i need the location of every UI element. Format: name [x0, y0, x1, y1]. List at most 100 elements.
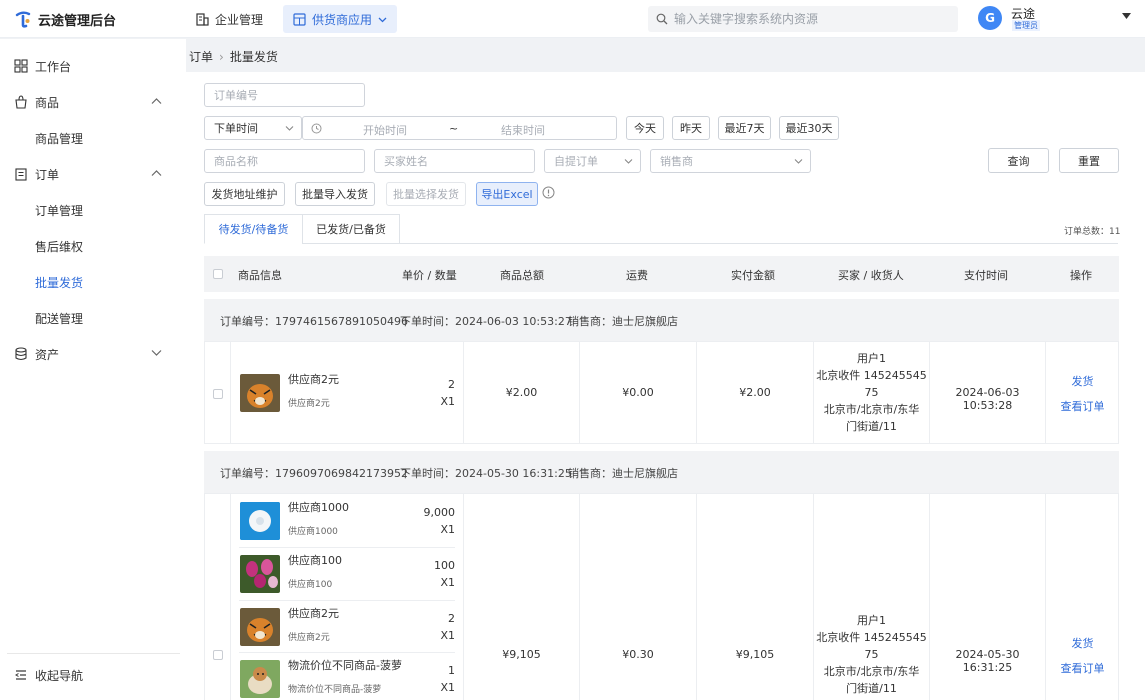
search-input[interactable]	[674, 12, 944, 26]
query-button[interactable]: 查询	[988, 148, 1049, 173]
export-excel-button[interactable]: 导出Excel	[476, 182, 538, 206]
sidebar-item-orders[interactable]: 订单	[0, 156, 186, 192]
col-product-info: 商品信息	[238, 269, 282, 282]
chevron-down-icon	[285, 126, 294, 131]
caret-down-icon[interactable]	[1122, 13, 1131, 20]
chevron-down-icon	[794, 159, 803, 164]
scrollbar[interactable]	[1139, 72, 1145, 700]
product-item: 供应商2元 供应商2元 2 X1	[231, 366, 463, 418]
sidebar-item-batch-shipping[interactable]: 批量发货	[0, 264, 186, 300]
buyer-line: 用户1	[857, 614, 886, 627]
last-7-days-button[interactable]: 最近7天	[718, 116, 771, 140]
product-name[interactable]: 供应商2元	[288, 371, 339, 387]
global-search[interactable]	[648, 6, 958, 32]
chevron-right-icon: ›	[219, 49, 224, 64]
pickup-order-select[interactable]: 自提订单	[544, 149, 641, 173]
sidebar-item-label: 工作台	[35, 59, 72, 74]
dandelion-thumbnail[interactable]	[240, 502, 280, 540]
batch-select-ship-button[interactable]: 批量选择发货	[386, 182, 466, 206]
breadcrumb-current: 批量发货	[229, 50, 278, 64]
quantity: X1	[440, 523, 455, 536]
sidebar-item-workbench[interactable]: 工作台	[0, 48, 186, 84]
paid-amount: ¥2.00	[739, 386, 771, 399]
row-checkbox[interactable]	[213, 650, 223, 660]
date-range-picker[interactable]: 开始时间 ~ 结束时间	[302, 116, 617, 140]
last-30-days-button[interactable]: 最近30天	[779, 116, 839, 140]
avatar[interactable]: G	[978, 6, 1002, 30]
view-order-link[interactable]: 查看订单	[1046, 398, 1119, 414]
buyer-name-input[interactable]: 买家姓名	[374, 149, 535, 173]
unit-price: 1	[448, 664, 455, 677]
sidebar-item-assets[interactable]: 资产	[0, 336, 186, 372]
buyer-line: 75	[864, 386, 879, 399]
product-name-input[interactable]: 商品名称	[204, 149, 365, 173]
product-sub: 供应商2元	[288, 633, 330, 643]
tab-pending[interactable]: 待发货/待备货	[204, 214, 303, 244]
tulip-thumbnail[interactable]	[240, 555, 280, 593]
divider	[1045, 342, 1046, 443]
chevron-up-icon	[151, 98, 162, 104]
batch-import-ship-button[interactable]: 批量导入发货	[295, 182, 375, 206]
start-date[interactable]: 开始时间	[363, 122, 407, 138]
topnav-enterprise-label: 企业管理	[215, 12, 264, 27]
chevron-down-icon	[151, 350, 162, 356]
pay-time: 2024-05-30 16:31:25	[955, 648, 1020, 674]
collapse-nav-label: 收起导航	[35, 668, 84, 683]
user-role: 管理员	[1012, 20, 1040, 31]
product-sub: 物流价位不同商品-菠萝	[288, 685, 382, 695]
time-type-select[interactable]: 下单时间	[204, 116, 302, 140]
topnav-supplier-app[interactable]: 供货商应用	[283, 5, 398, 33]
order-no-input[interactable]: 订单编号	[204, 83, 365, 107]
breadcrumb-parent[interactable]: 订单	[189, 48, 213, 65]
buyer-line: 门街道/11	[846, 682, 897, 695]
buyer-line: 北京收件 145245545	[816, 631, 927, 644]
product-item: 物流价位不同商品-菠萝 物流价位不同商品-菠萝 1 X1	[231, 652, 463, 700]
sidebar-item-products[interactable]: 商品	[0, 84, 186, 120]
view-order-link[interactable]: 查看订单	[1046, 660, 1119, 676]
col-freight: 运费	[626, 269, 648, 282]
sidebar-item-after-sales[interactable]: 售后维权	[0, 228, 186, 264]
shipping-address-button[interactable]: 发货地址维护	[204, 182, 285, 206]
dog-thumbnail[interactable]	[240, 660, 280, 698]
yesterday-button[interactable]: 昨天	[672, 116, 710, 140]
reset-button[interactable]: 重置	[1059, 148, 1119, 173]
placeholder: 买家姓名	[384, 155, 428, 168]
tiger-thumbnail[interactable]	[240, 374, 280, 412]
sidebar-item-label: 配送管理	[35, 311, 84, 326]
order-time: 下单时间：2024-05-30 16:31:25	[400, 467, 572, 480]
sidebar-item-label: 资产	[35, 347, 60, 362]
divider	[463, 494, 464, 700]
order-row: 供应商2元 供应商2元 2 X1 ¥2.00 ¥0.00 ¥2.00 用户1 北…	[204, 341, 1119, 444]
ship-button[interactable]: 发货	[1046, 635, 1119, 651]
sidebar-item-product-management[interactable]: 商品管理	[0, 120, 186, 156]
buyer-line: 75	[864, 648, 879, 661]
sidebar-item-delivery-management[interactable]: 配送管理	[0, 300, 186, 336]
product-name[interactable]: 供应商100	[288, 552, 342, 568]
info-icon[interactable]	[542, 186, 555, 199]
sidebar-item-order-management[interactable]: 订单管理	[0, 192, 186, 228]
product-name[interactable]: 物流价位不同商品-菠萝	[288, 657, 402, 673]
clipboard-icon	[15, 168, 27, 181]
product-total: ¥2.00	[505, 386, 538, 399]
breadcrumb: 订单 › 批量发货	[189, 48, 278, 65]
table-header: 商品信息 单价 / 数量 商品总额 运费 实付金额 买家 / 收货人 支付时间 …	[204, 256, 1119, 292]
today-button[interactable]: 今天	[626, 116, 664, 140]
topnav-enterprise[interactable]: 企业管理	[186, 5, 273, 33]
select-all-checkbox[interactable]	[213, 269, 223, 279]
sidebar-item-label: 商品	[35, 95, 60, 110]
row-checkbox[interactable]	[213, 389, 223, 399]
order-number: 订单编号：1796097069842173952	[220, 467, 408, 480]
database-icon	[15, 347, 27, 361]
ship-button[interactable]: 发货	[1046, 373, 1119, 389]
collapse-nav-button[interactable]: 收起导航	[0, 657, 186, 693]
tab-underline	[400, 243, 1118, 244]
end-date[interactable]: 结束时间	[501, 122, 545, 138]
product-name[interactable]: 供应商2元	[288, 605, 339, 621]
tab-shipped[interactable]: 已发货/已备货	[302, 214, 400, 244]
seller-select[interactable]: 销售商	[650, 149, 811, 173]
tiger-thumbnail[interactable]	[240, 608, 280, 646]
placeholder: 商品名称	[214, 155, 258, 168]
product-name[interactable]: 供应商1000	[288, 499, 349, 515]
app-logo[interactable]: 云途管理后台	[14, 9, 116, 29]
unit-price: 2	[448, 612, 455, 625]
